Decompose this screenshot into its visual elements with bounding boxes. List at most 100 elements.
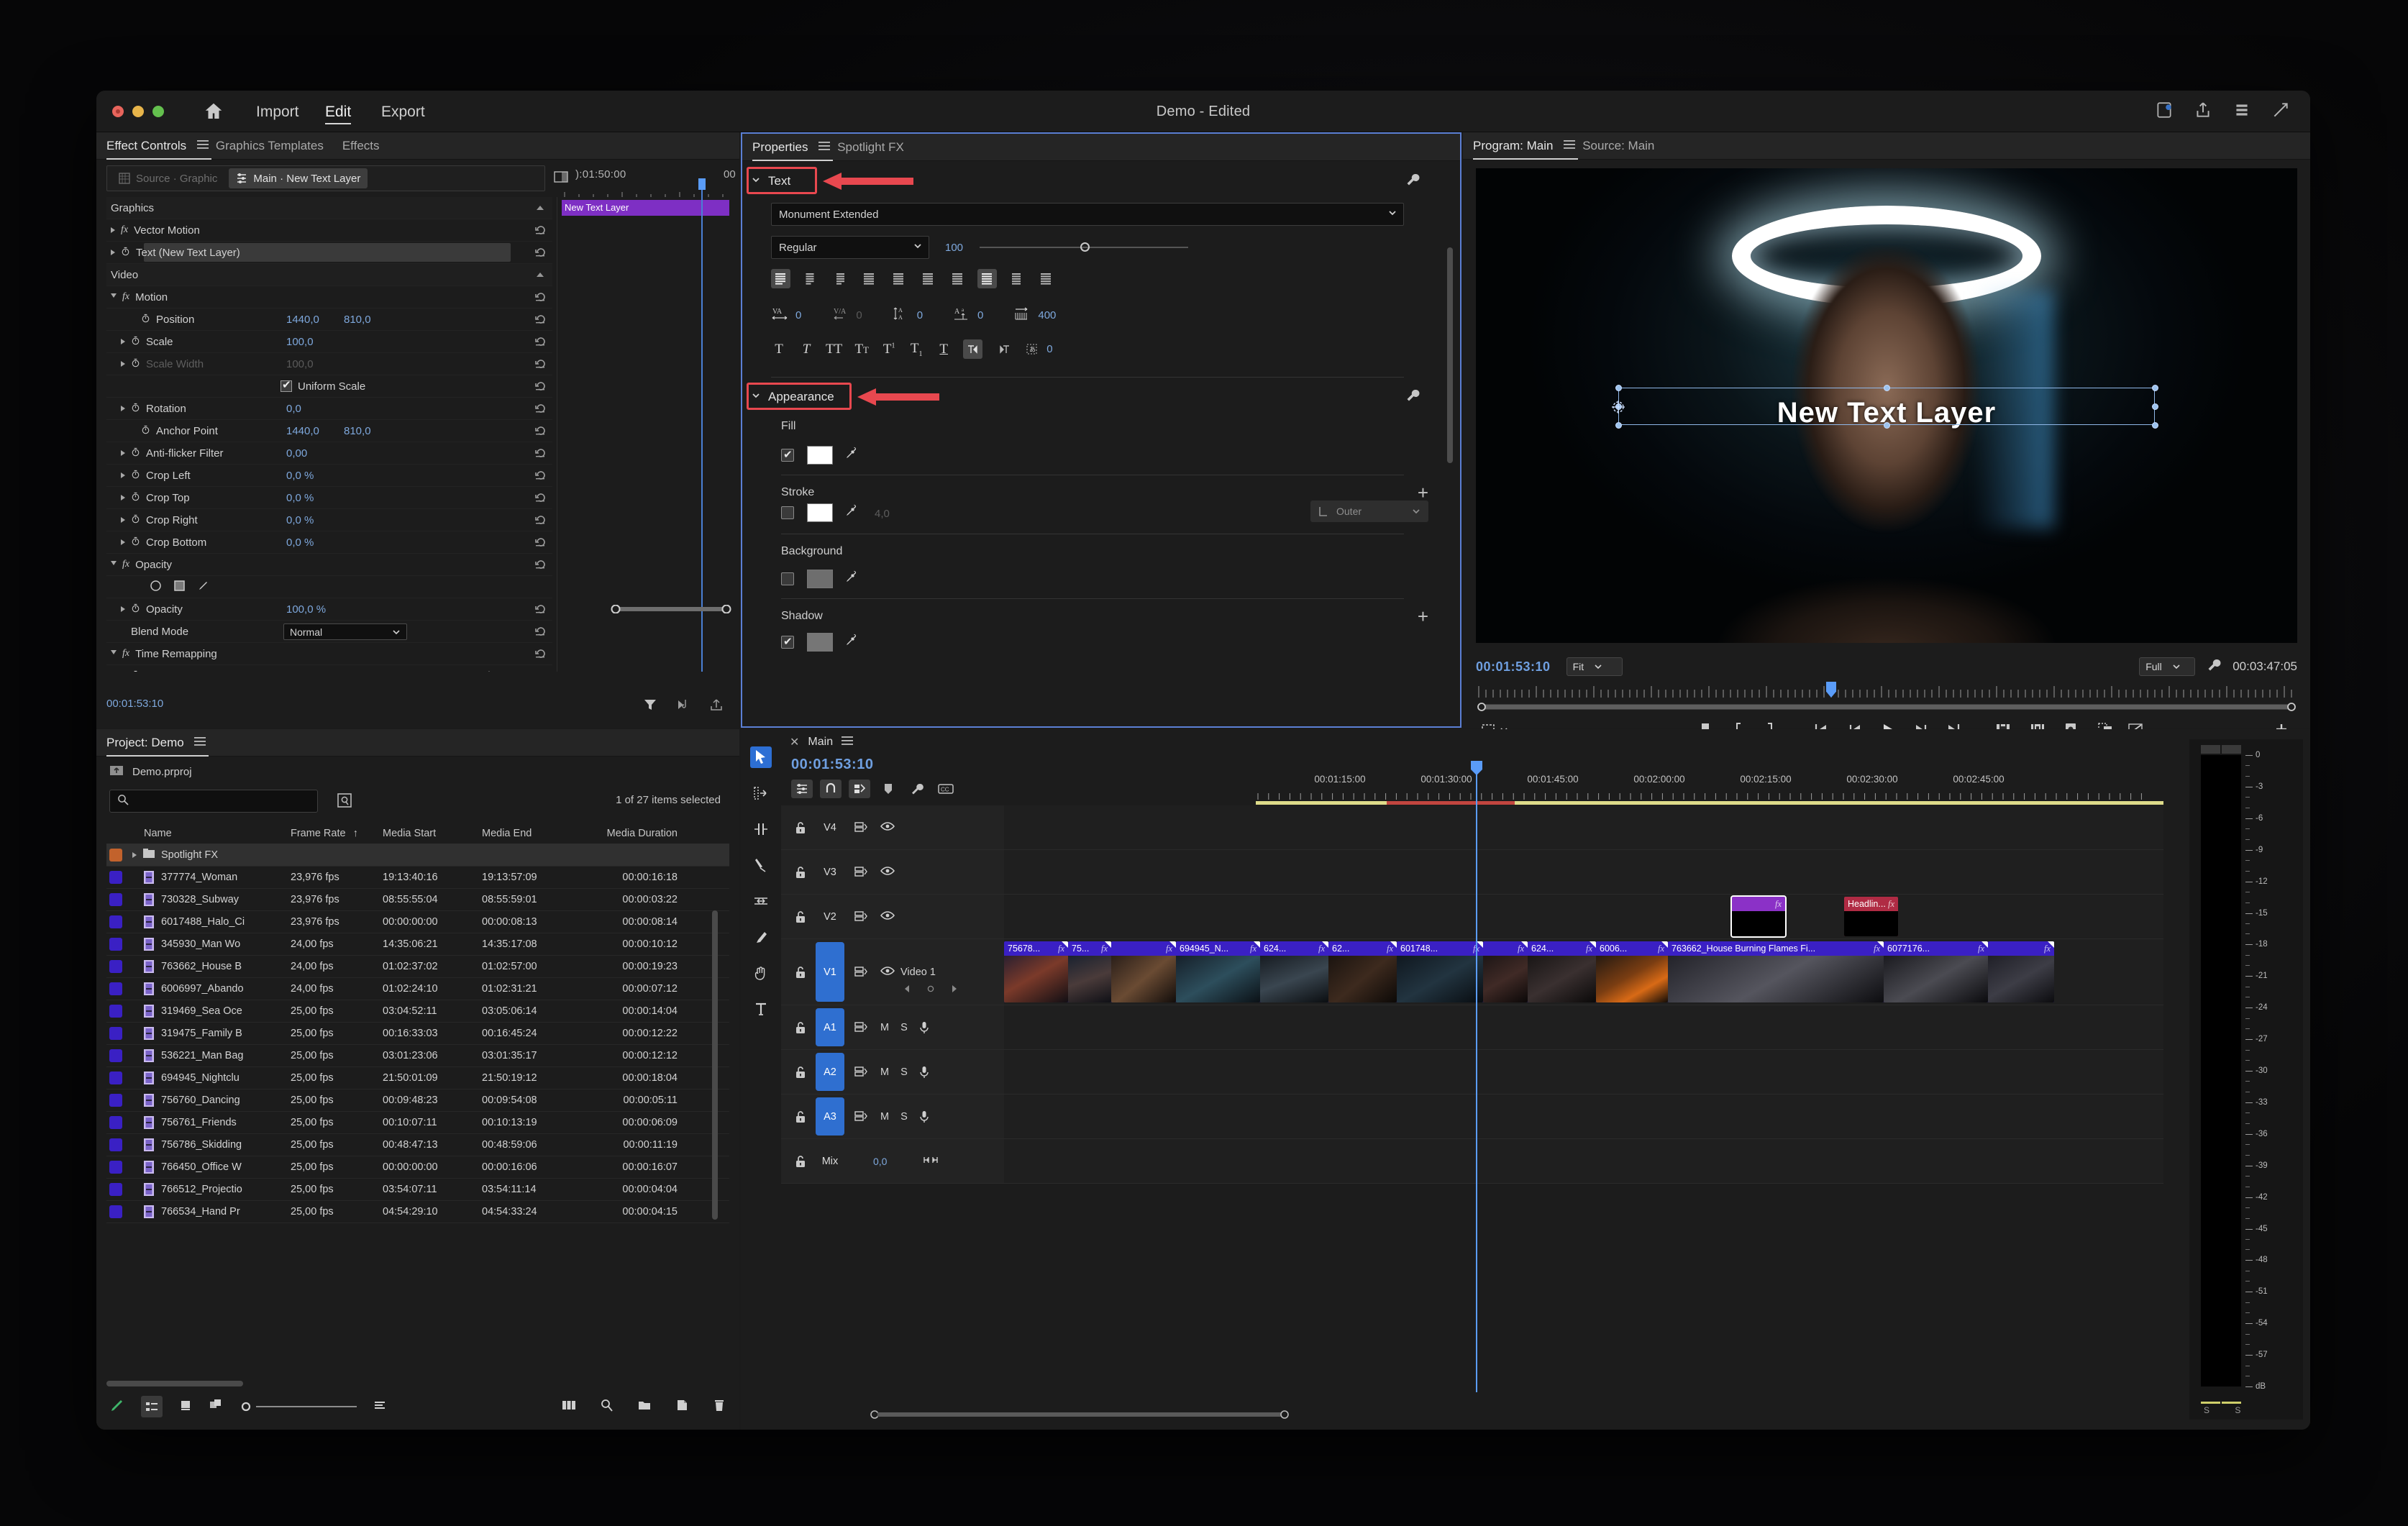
selection-handle-br[interactable] [2152, 422, 2158, 429]
metric-leading[interactable]: AA 0 [893, 305, 923, 326]
align-v3-icon[interactable] [1036, 269, 1056, 288]
panel-menu-icon[interactable] [1564, 132, 1576, 160]
chevron-right-icon[interactable] [121, 450, 125, 456]
text-selection-box[interactable] [1618, 388, 2155, 425]
reset-parameter-icon[interactable] [535, 559, 547, 570]
audio-solo-labels[interactable]: S S [2204, 1405, 2252, 1415]
underline-button[interactable]: T [936, 342, 952, 357]
metric-kerning[interactable]: V/A 0 [831, 305, 862, 326]
stopwatch-icon[interactable] [141, 314, 150, 326]
next-keyframe-icon[interactable] [502, 670, 509, 672]
tab-project-demo[interactable]: Project: Demo [106, 729, 209, 757]
nest-icon[interactable] [791, 780, 813, 798]
label-color-chip[interactable] [109, 915, 122, 928]
sync-lock-icon[interactable] [854, 866, 869, 879]
pan-icon[interactable] [923, 1155, 939, 1168]
table-row[interactable]: 319469_Sea Oce 25,00 fps 03:04:52:11 03:05:… [106, 1000, 729, 1023]
ec-row-uniform-scale[interactable]: ✔ Uniform Scale [106, 375, 552, 398]
font-style-select[interactable]: Regular [771, 236, 929, 259]
chevron-right-icon[interactable] [111, 250, 115, 255]
ec-value-secondary[interactable]: 810,0 [344, 425, 371, 437]
background-enabled-checkbox[interactable] [781, 572, 794, 585]
label-color-chip[interactable] [109, 938, 122, 951]
chevron-down-icon[interactable] [111, 650, 117, 657]
timeline-clip[interactable]: 62... fx [1328, 941, 1397, 1002]
sync-lock-icon[interactable] [854, 821, 869, 834]
ec-zoom-scrollbar[interactable] [610, 604, 732, 614]
stroke-color-swatch[interactable] [807, 503, 833, 522]
panel-menu-icon[interactable] [842, 736, 854, 749]
ec-value-primary[interactable]: 1440,0 [286, 425, 319, 437]
reset-parameter-icon[interactable] [535, 247, 547, 258]
freeform-icon-2[interactable] [561, 1398, 577, 1416]
ec-value-primary[interactable]: 100,0 [286, 336, 314, 348]
reset-parameter-icon[interactable] [535, 492, 547, 503]
ec-row-video[interactable]: Video [106, 264, 552, 286]
ec-playhead-marker[interactable] [698, 178, 706, 190]
timeline-track-a3[interactable]: A3 M S [781, 1095, 2163, 1139]
tsume-metric[interactable]: あ 0 [1025, 342, 1053, 357]
align-justify-all-icon[interactable] [948, 269, 967, 288]
chevron-right-icon[interactable] [121, 472, 125, 478]
track-body-v4[interactable] [1004, 805, 2163, 849]
align-justify-center-icon[interactable] [889, 269, 908, 288]
column-header-media-start[interactable]: Media Start [378, 828, 478, 839]
linked-selection-icon[interactable] [849, 780, 870, 798]
ec-value-primary[interactable]: 100,00% [286, 670, 329, 672]
reset-parameter-icon[interactable] [535, 536, 547, 548]
ec-value-secondary[interactable]: 810,0 [344, 314, 371, 326]
stopwatch-icon[interactable] [131, 470, 140, 482]
sync-lock-icon[interactable] [854, 966, 869, 979]
ec-value-primary[interactable]: 0,0 % [286, 492, 314, 504]
timeline-clip[interactable]: Headlin... fx [1844, 897, 1898, 936]
freeform-view-icon[interactable] [209, 1398, 224, 1416]
rtl-icon[interactable] [994, 339, 1013, 359]
tab-source-main[interactable]: Source: Main [1582, 132, 1666, 160]
fill-eyedropper-icon[interactable] [844, 446, 857, 460]
timeline-clip[interactable]: 75678... fx [1004, 941, 1068, 1002]
paragraph-align-buttons[interactable] [771, 269, 1056, 288]
find-icon[interactable] [335, 791, 354, 810]
label-color-chip[interactable] [109, 1205, 122, 1218]
stopwatch-icon[interactable] [141, 425, 150, 437]
ripple-edit-tool[interactable] [750, 818, 772, 840]
timeline-clip[interactable]: 624... fx [1528, 941, 1596, 1002]
delete-icon[interactable] [712, 1398, 726, 1416]
track-target-button-v4[interactable]: V4 [816, 808, 844, 846]
reset-parameter-icon[interactable] [535, 626, 547, 637]
ltr-icon[interactable] [963, 339, 983, 359]
all-caps-button[interactable]: TT [826, 342, 842, 357]
snap-icon[interactable] [820, 780, 842, 798]
table-row[interactable]: 6006997_Abando 24,00 fps 01:02:24:10 01:02:… [106, 978, 729, 1000]
ec-row-speed[interactable]: Speed 100,00% [106, 665, 552, 672]
split-view-icon[interactable] [554, 170, 568, 184]
stopwatch-icon[interactable] [131, 358, 140, 370]
mic-icon[interactable] [919, 1066, 934, 1079]
stopwatch-icon[interactable] [131, 336, 140, 348]
list-view-icon[interactable] [141, 1396, 163, 1417]
track-target-button-a3[interactable]: A3 [816, 1097, 844, 1136]
kerning-value[interactable]: 0 [856, 309, 862, 321]
list-icon[interactable] [2233, 101, 2253, 121]
eye-icon[interactable] [880, 821, 895, 834]
track-lock-icon[interactable] [794, 1154, 807, 1169]
track-lock-icon[interactable] [794, 1065, 807, 1079]
blend-mode-select[interactable]: Normal [283, 623, 407, 640]
stopwatch-icon[interactable] [121, 247, 130, 259]
bin-row[interactable]: Spotlight FX [106, 844, 729, 867]
collapse-arrow-icon[interactable] [535, 269, 547, 280]
track-lock-icon[interactable] [794, 965, 807, 979]
add-stroke-button[interactable]: + [1418, 483, 1428, 502]
text-style-buttons[interactable]: T T TT TT T1 T1 T あ 0 [771, 339, 1053, 359]
reset-parameter-icon[interactable] [535, 514, 547, 526]
background-eyedropper-icon[interactable] [844, 570, 857, 584]
project-vertical-scrollbar[interactable] [712, 910, 718, 1220]
timeline-clip[interactable]: 763662_House Burning Flames Fi... fx [1668, 941, 1884, 1002]
font-size-value[interactable]: 100 [945, 242, 963, 254]
metric-tracking[interactable]: VA 0 [771, 305, 801, 326]
stopwatch-icon[interactable] [131, 492, 140, 504]
label-color-chip[interactable] [109, 871, 122, 884]
stopwatch-icon[interactable] [131, 514, 140, 526]
align-justify-right-icon[interactable] [918, 269, 938, 288]
ec-row-vector-motion[interactable]: fx Vector Motion [106, 219, 552, 242]
